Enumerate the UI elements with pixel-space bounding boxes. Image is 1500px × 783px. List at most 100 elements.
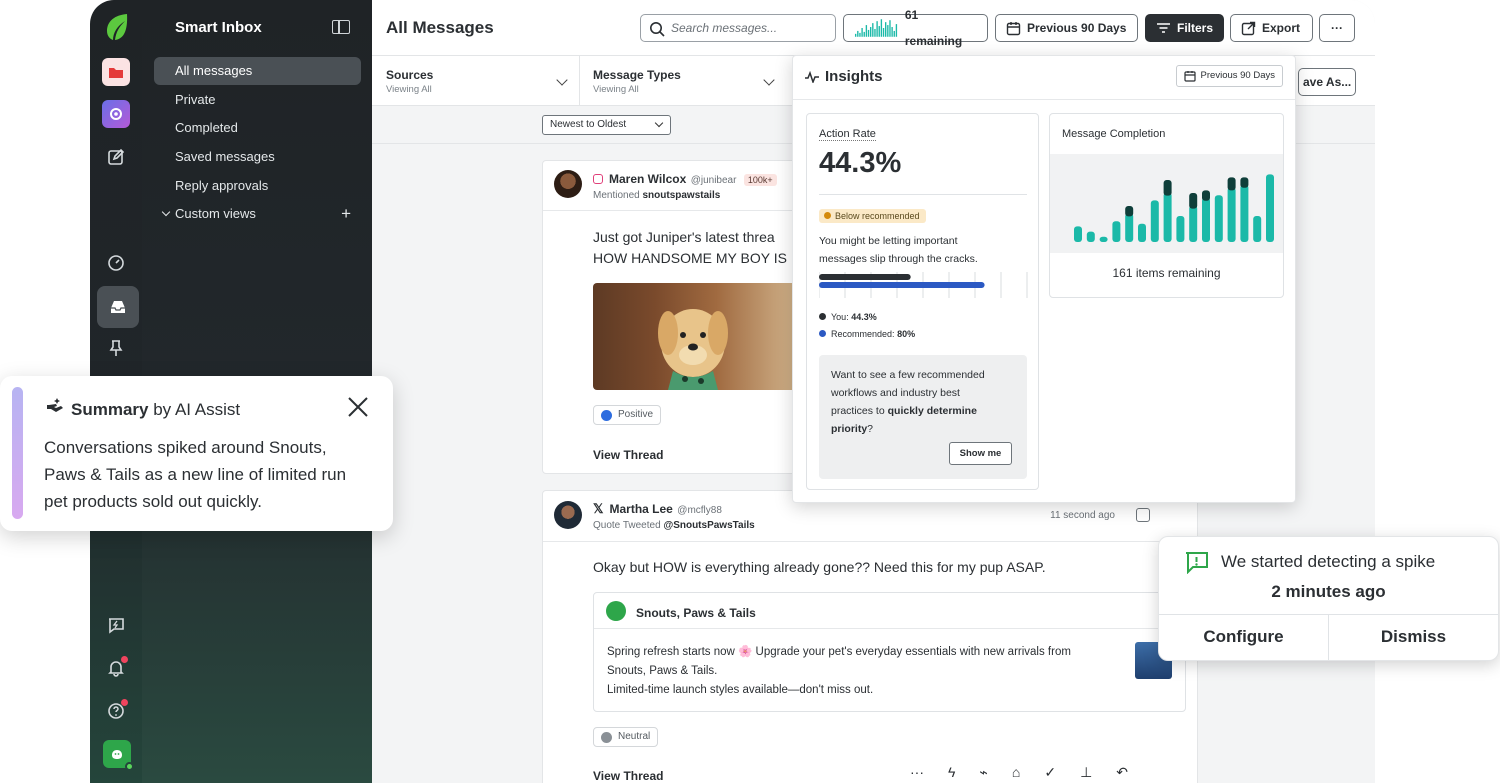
instagram-icon	[593, 174, 603, 184]
legend-you-value: 44.3%	[851, 312, 877, 322]
save-as-button[interactable]: ave As...	[1298, 68, 1356, 96]
insights-title: Insights	[805, 68, 883, 85]
complete-icon[interactable]: ✓	[1044, 764, 1056, 781]
rail-pin-icon[interactable]	[98, 330, 134, 366]
sparkline-bar	[895, 24, 898, 37]
quoted-text-line: Snouts, Paws & Tails.	[607, 665, 718, 677]
rail-help-icon[interactable]	[98, 693, 134, 729]
sparkline-bar	[882, 28, 885, 37]
sidebar-item-reply-approvals[interactable]: Reply approvals	[154, 172, 361, 200]
sidebar-item-custom-views[interactable]: Custom views +	[154, 200, 361, 228]
tag-icon[interactable]: ⌂	[1012, 764, 1020, 781]
collapse-panel-icon[interactable]	[332, 20, 350, 34]
close-icon[interactable]	[347, 396, 369, 418]
sparkline-bar	[857, 30, 859, 37]
divider	[579, 56, 580, 106]
sidebar-item-completed[interactable]: Completed	[154, 114, 361, 142]
spike-notification: We started detecting a spike 2 minutes a…	[1158, 536, 1499, 661]
rail-inbox-folder-icon[interactable]	[98, 54, 134, 90]
rail-compose-icon[interactable]	[98, 139, 134, 175]
filter-icon	[1156, 23, 1170, 33]
sidebar-item-private[interactable]: Private	[154, 86, 361, 114]
rail-feedback-icon[interactable]	[98, 607, 134, 643]
completion-bar-stack	[1163, 180, 1172, 196]
spike-time: 2 minutes ago	[1271, 582, 1386, 601]
quoted-post[interactable]: Snouts, Paws & Tails Spring refresh star…	[593, 592, 1186, 712]
more-options-button[interactable]: ···	[1319, 14, 1355, 42]
user-avatar[interactable]	[103, 740, 134, 771]
summary-text-line: Paws & Tails as a new line of limited ru…	[44, 465, 347, 484]
sort-select[interactable]: Newest to Oldest	[542, 115, 671, 135]
logo-icon	[105, 13, 129, 41]
select-checkbox[interactable]	[1136, 508, 1150, 522]
completion-bar	[1112, 221, 1121, 242]
sparkline-bar	[874, 28, 876, 37]
dog-photo[interactable]	[593, 283, 798, 390]
quoted-text: Spring refresh starts now 🌸 Upgrade your…	[607, 643, 1071, 700]
remaining-button[interactable]: 61 remaining	[843, 8, 988, 48]
legend-rec-value: 80%	[897, 329, 916, 339]
action-rate-label: Action Rate	[819, 128, 876, 141]
spike-alert-icon	[1184, 550, 1210, 575]
message-card[interactable]: Maren Wilcox @junibear 100k+ Mentioned s…	[542, 160, 802, 474]
rail-notifications-icon[interactable]	[98, 650, 134, 686]
quick-action-icon[interactable]: ϟ	[948, 764, 955, 781]
warning-icon	[824, 212, 831, 219]
quoted-text-line: Limited-time launch styles available—don…	[607, 684, 874, 696]
divider	[594, 628, 1185, 629]
rail-smart-inbox-icon[interactable]	[97, 286, 139, 328]
sparkline-bar	[863, 31, 865, 37]
rail-ai-assist-icon[interactable]	[98, 96, 134, 132]
search-input[interactable]: Search messages...	[640, 14, 836, 42]
message-text: Just got Juniper's latest threa HOW HAND…	[593, 227, 801, 269]
show-me-button[interactable]: Show me	[949, 442, 1012, 465]
date-range-button[interactable]: Previous 90 Days	[995, 14, 1138, 42]
quoted-text-line: Spring refresh starts now 🌸 Upgrade your…	[607, 646, 1071, 658]
sidebar-item-all-messages[interactable]: All messages	[154, 57, 361, 85]
divider	[543, 210, 801, 211]
sources-filter[interactable]: Sources Viewing All	[386, 68, 433, 95]
rail-dashboard-icon[interactable]	[98, 245, 134, 281]
completion-label: Message Completion	[1062, 128, 1166, 140]
summary-title-bold: Summary	[71, 400, 149, 419]
filters-button[interactable]: Filters	[1145, 14, 1224, 42]
sparkline-bar	[885, 22, 887, 37]
avatar	[554, 170, 582, 198]
completion-bar-chart	[1074, 174, 1274, 242]
summary-text: Conversations spiked around Snouts, Paws…	[44, 434, 346, 515]
message-text-line: HOW HANDSOME MY BOY IS	[593, 250, 787, 266]
sidebar-item-saved-messages[interactable]: Saved messages	[154, 143, 361, 171]
ai-summary-card: Summary by AI Assist Conversations spike…	[0, 376, 393, 531]
export-button[interactable]: Export	[1230, 14, 1313, 42]
message-types-filter[interactable]: Message Types Viewing All	[593, 68, 681, 95]
add-custom-view-icon[interactable]: +	[341, 200, 351, 228]
sentiment-label: Neutral	[618, 731, 651, 742]
avatar	[554, 501, 582, 529]
completion-bar	[1227, 187, 1236, 242]
pin-icon[interactable]: ⊥	[1080, 764, 1092, 781]
top-bar: All Messages Search messages... 61 remai…	[372, 0, 1375, 56]
insights-title-text: Insights	[825, 68, 883, 85]
sparkline-bar	[893, 30, 895, 37]
action-rate-bars	[819, 272, 1028, 298]
message-card[interactable]: 𝕏 Martha Lee @mcfly88 Quote Tweeted @Snou…	[542, 490, 1198, 783]
sources-filter-label: Sources	[386, 68, 434, 82]
panel-title: Smart Inbox	[175, 19, 262, 36]
legend-recommended: Recommended: 80%	[819, 329, 915, 339]
reply-icon[interactable]: ↶	[1116, 764, 1128, 781]
insights-date-button[interactable]: Previous 90 Days	[1175, 65, 1283, 87]
flash-reply-icon[interactable]: ⌁	[979, 764, 987, 781]
dismiss-button[interactable]: Dismiss	[1329, 614, 1498, 660]
sparkline-bar	[861, 28, 863, 37]
tip-emphasis: priority	[831, 423, 868, 435]
message-text-line: Just got Juniper's latest threa	[593, 229, 775, 245]
tip-text: Want to see a few recommended workflows …	[831, 366, 985, 438]
view-thread-link[interactable]: View Thread	[593, 448, 663, 462]
more-actions-icon[interactable]: ···	[910, 764, 924, 781]
completion-bar	[1253, 216, 1262, 242]
configure-button[interactable]: Configure	[1159, 614, 1328, 660]
mini-sparkline-icon	[854, 19, 898, 37]
calendar-icon	[1183, 71, 1196, 82]
view-thread-link[interactable]: View Thread	[593, 769, 663, 783]
message-text: Okay but HOW is everything already gone?…	[593, 559, 1046, 575]
